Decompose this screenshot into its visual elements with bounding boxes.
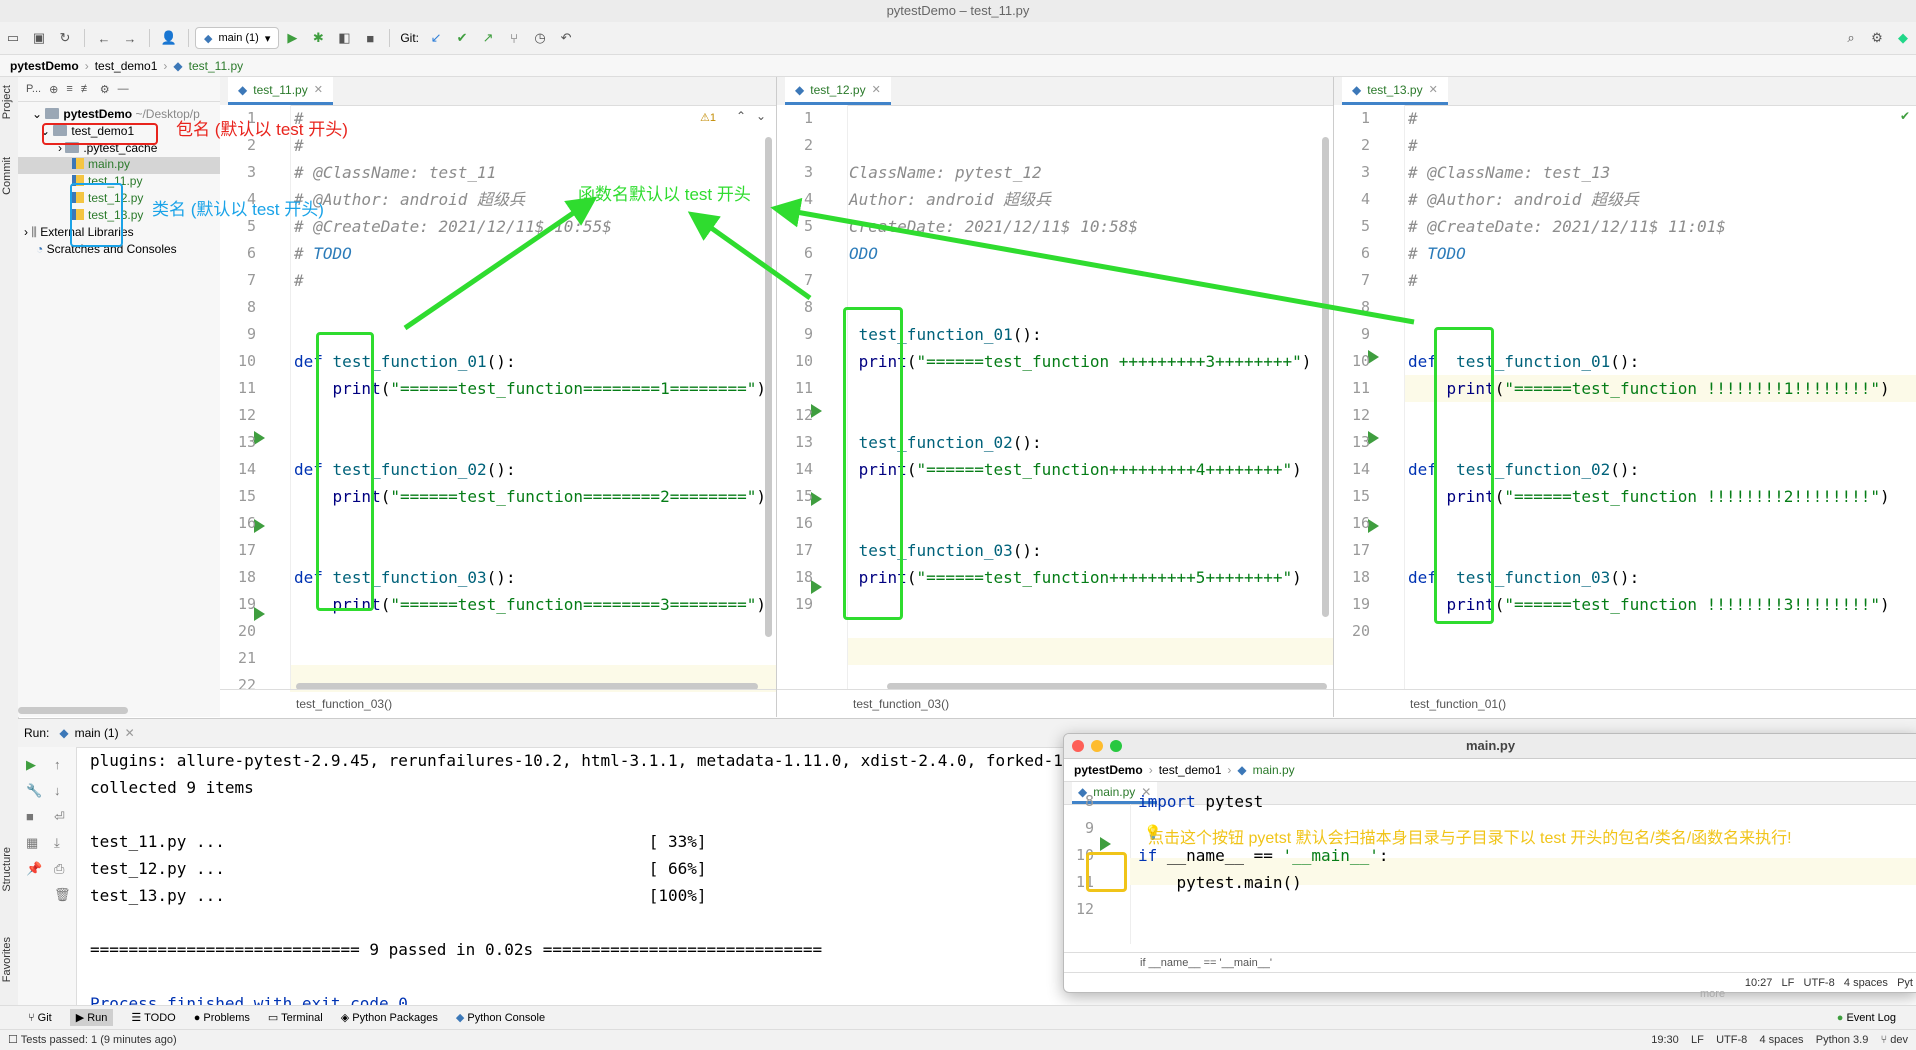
arrow-3 <box>770 197 1415 325</box>
arrow-1 <box>403 196 598 331</box>
arrow-2 <box>687 211 812 301</box>
annotation-run-button: 点击这个按钮 pyetst 默认会扫描本身目录与子目录下以 test 开头的包名… <box>1148 830 1792 847</box>
annotation-box-run-button <box>1086 852 1127 892</box>
annotation-arrows <box>403 196 1415 331</box>
